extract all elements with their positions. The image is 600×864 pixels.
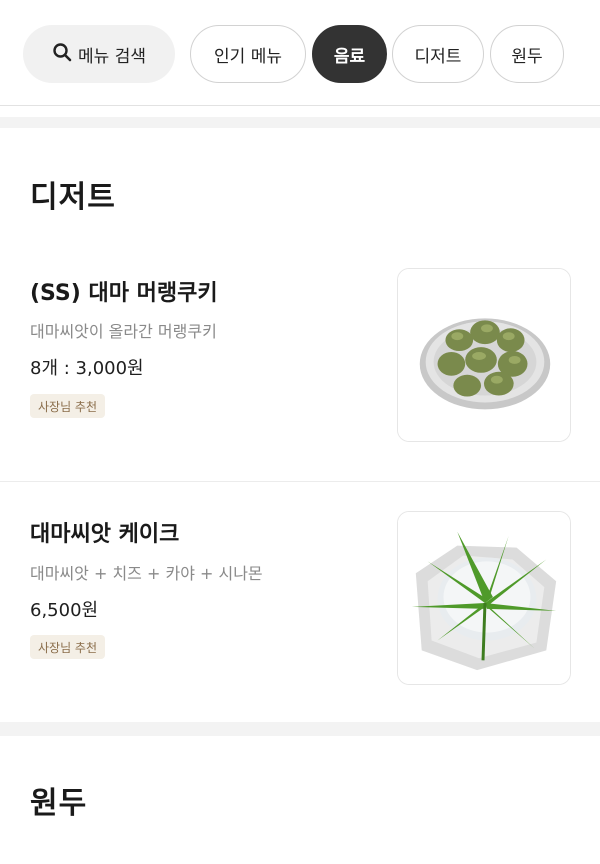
tab-popular-menu[interactable]: 인기 메뉴 (190, 25, 306, 83)
tab-dessert[interactable]: 디저트 (392, 25, 484, 83)
item-image-meringue-cookie[interactable] (397, 268, 571, 442)
tab-drinks[interactable]: 음료 (312, 25, 387, 83)
search-icon (52, 42, 72, 67)
item-price: 8개 : 3,000원 (30, 358, 144, 379)
item-image-seed-cake[interactable] (397, 511, 571, 685)
category-bar: 메뉴 검색 인기 메뉴 음료 디저트 원두 (0, 0, 600, 106)
item-description: 대마씨앗이 올라간 머랭쿠키 (30, 322, 217, 341)
menu-search-button[interactable]: 메뉴 검색 (23, 25, 175, 83)
tab-beans[interactable]: 원두 (490, 25, 564, 83)
item-description: 대마씨앗 + 치즈 + 카야 + 시나몬 (30, 564, 263, 583)
recommend-badge: 사장님 추천 (30, 394, 106, 418)
section-title-dessert: 디저트 (30, 180, 116, 215)
menu-search-label: 메뉴 검색 (78, 46, 146, 67)
item-name: (SS) 대마 머랭쿠키 (30, 281, 218, 306)
section-separator (0, 117, 600, 128)
menu-item[interactable]: 대마씨앗 케이크 대마씨앗 + 치즈 + 카야 + 시나몬 6,500원 사장님… (0, 482, 600, 720)
item-price: 6,500원 (30, 600, 99, 621)
menu-item[interactable]: (SS) 대마 머랭쿠키 대마씨앗이 올라간 머랭쿠키 8개 : 3,000원 … (0, 244, 600, 481)
item-name: 대마씨앗 케이크 (30, 522, 180, 547)
section-title-beans: 원두 (30, 786, 88, 821)
section-separator (0, 722, 600, 736)
recommend-badge: 사장님 추천 (30, 635, 106, 659)
